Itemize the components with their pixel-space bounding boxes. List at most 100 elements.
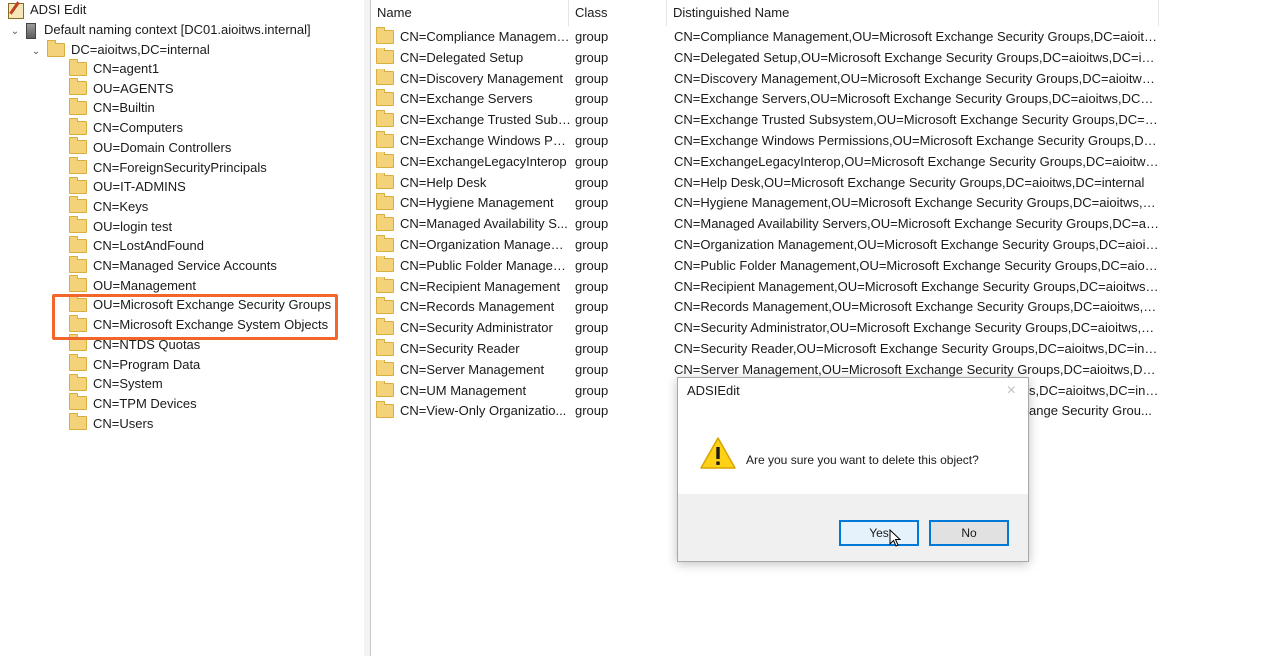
cell-distinguished-name: CN=Organization Management,OU=Microsoft … [674, 237, 1159, 252]
tree-pane[interactable]: ADSI Edit ⌄ Default naming context [DC01.… [0, 0, 365, 656]
cell-distinguished-name: ange Security Grou... [1029, 403, 1152, 419]
pane-splitter[interactable] [364, 0, 371, 656]
tree-item[interactable]: CN=ForeignSecurityPrincipals [69, 157, 267, 178]
column-header-distinguished-name[interactable]: Distinguished Name [667, 0, 1159, 26]
tree-item-label: CN=agent1 [93, 61, 160, 76]
list-row[interactable]: CN=Delegated Setup group CN=Delegated Setu… [371, 47, 1161, 68]
list-row[interactable]: CN=Records Management group CN=Records Man… [371, 297, 1161, 317]
tree-item-label: CN=Keys [93, 198, 149, 214]
cell-class: group [575, 195, 609, 211]
tree-item[interactable]: OU=AGENTS [69, 78, 174, 99]
tree-naming-context[interactable]: ⌄ Default naming context [DC01.aioitws.in… [10, 20, 311, 40]
cell-class: group [575, 174, 609, 190]
list-row[interactable]: CN=Compliance Manageme... group CN=Complia… [371, 27, 1161, 47]
folder-icon [69, 413, 87, 431]
tree-root[interactable]: ADSI Edit [8, 0, 86, 20]
folder-icon [376, 47, 394, 65]
tree-item[interactable]: CN=Computers [69, 117, 183, 138]
list-row[interactable]: CN=Exchange Windows Per... group CN=Exchan… [371, 131, 1161, 151]
tree-item[interactable]: CN=Managed Service Accounts [69, 255, 277, 276]
tree-item[interactable]: CN=Builtin [69, 97, 155, 118]
chevron-down-icon[interactable]: ⌄ [10, 22, 20, 42]
column-header-name[interactable]: Name [371, 0, 569, 26]
tree-item[interactable]: OU=Management [69, 275, 196, 296]
confirm-delete-dialog[interactable]: ADSIEdit × Are you sure you want to dele… [677, 377, 1029, 562]
cell-name: CN=Managed Availability S... [376, 214, 571, 234]
tree-item-label: CN=Program Data [93, 356, 201, 372]
folder-icon [69, 196, 87, 214]
row-name: CN=UM Management [400, 382, 527, 398]
row-name: CN=Discovery Management [400, 70, 563, 86]
cell-distinguished-name: CN=Help Desk,OU=Microsoft Exchange Secur… [674, 174, 1145, 190]
list-row[interactable]: CN=Exchange Servers group CN=Exchange Serv… [371, 89, 1161, 109]
yes-button[interactable]: Yes [839, 520, 919, 546]
tree-item-label: CN=Computers [93, 120, 183, 136]
folder-icon [69, 58, 87, 76]
cell-distinguished-name: CN=Recipient Management,OU=Microsoft Exc… [674, 278, 1159, 294]
cell-distinguished-name: CN=Records Management,OU=Microsoft Excha… [674, 299, 1159, 315]
tree-item[interactable]: CN=agent1 [69, 58, 160, 79]
row-name: CN=Managed Availability S... [400, 216, 568, 232]
list-row[interactable]: CN=Recipient Management group CN=Recipient… [371, 276, 1161, 297]
folder-icon [69, 216, 87, 234]
cell-distinguished-name: CN=Security Administrator,OU=Microsoft E… [674, 320, 1159, 336]
tree-item[interactable]: CN=LostAndFound [69, 235, 204, 256]
row-name: CN=Records Management [400, 299, 555, 315]
list-row[interactable]: CN=Hygiene Management group CN=Hygiene Man… [371, 193, 1161, 213]
tree-item-label: OU=AGENTS [93, 80, 174, 96]
tree-item[interactable]: OU=IT-ADMINS [69, 176, 186, 197]
cell-distinguished-name: CN=Public Folder Management,OU=Microsoft… [674, 257, 1159, 273]
list-row[interactable]: CN=Security Administrator group CN=Securit… [371, 318, 1161, 338]
cell-class: group [575, 133, 609, 148]
list-row[interactable]: CN=Discovery Management group CN=Discovery… [371, 68, 1161, 89]
list-row[interactable]: CN=Organization Managem... group CN=Organi… [371, 235, 1161, 255]
cell-distinguished-name: CN=Compliance Management,OU=Microsoft Ex… [674, 29, 1159, 44]
mouse-cursor-icon [889, 529, 901, 547]
close-icon[interactable]: × [1007, 382, 1016, 400]
no-button[interactable]: No [929, 520, 1009, 546]
cell-distinguished-name: CN=Managed Availability Servers,OU=Micro… [674, 216, 1159, 232]
folder-icon [376, 255, 394, 273]
tree-domain[interactable]: ⌄ DC=aioitws,DC=internal [31, 39, 210, 62]
row-name: CN=Organization Managem... [400, 237, 571, 252]
tree-item[interactable]: CN=Program Data [69, 354, 201, 375]
folder-icon [376, 276, 394, 294]
cell-name: CN=Records Management [376, 297, 571, 317]
cell-distinguished-name: CN=Exchange Trusted Subsystem,OU=Microso… [674, 112, 1159, 128]
cell-class: group [575, 29, 609, 44]
cell-class: group [575, 257, 609, 273]
tree-item[interactable]: CN=System [69, 373, 163, 394]
cell-class: group [575, 320, 609, 336]
tree-item[interactable]: CN=TPM Devices [69, 393, 197, 414]
tree-item-label: CN=Builtin [93, 100, 155, 116]
tree-item[interactable]: CN=Users [69, 413, 153, 434]
cell-distinguished-name: CN=ExchangeLegacyInterop,OU=Microsoft Ex… [674, 153, 1159, 169]
dialog-button-bar: Yes No [678, 494, 1028, 561]
list-row[interactable]: CN=Managed Availability S... group CN=Mana… [371, 214, 1161, 234]
cell-class: group [575, 237, 609, 252]
tree-item-label: OU=login test [93, 218, 173, 234]
tree-item[interactable]: OU=login test [69, 216, 173, 237]
cell-name: CN=Public Folder Managem... [376, 255, 571, 276]
tree-item[interactable]: CN=Keys [69, 196, 149, 217]
list-row[interactable]: CN=ExchangeLegacyInterop group CN=Exchange… [371, 151, 1161, 172]
list-row[interactable]: CN=Public Folder Managem... group CN=Publi… [371, 255, 1161, 276]
tree-item-label: CN=System [93, 376, 163, 392]
folder-icon [69, 78, 87, 96]
row-name: CN=Security Reader [400, 341, 520, 356]
folder-icon [376, 151, 394, 169]
cell-name: CN=Hygiene Management [376, 193, 571, 213]
chevron-down-icon[interactable]: ⌄ [31, 42, 41, 62]
list-row[interactable]: CN=Security Reader group CN=Security Reade… [371, 339, 1161, 359]
list-row[interactable]: CN=Exchange Trusted Subsy... group CN=Exch… [371, 110, 1161, 130]
folder-icon [69, 275, 87, 293]
cell-class: group [575, 361, 609, 377]
list-row[interactable]: CN=Help Desk group CN=Help Desk,OU=Microso… [371, 172, 1161, 193]
folder-icon [69, 235, 87, 253]
tree-item[interactable]: OU=Domain Controllers [69, 137, 231, 158]
tree-item-label: CN=Managed Service Accounts [93, 258, 277, 273]
column-header-class[interactable]: Class [569, 0, 667, 26]
folder-icon [69, 117, 87, 135]
row-name: CN=Help Desk [400, 174, 487, 190]
folder-icon [69, 354, 87, 372]
